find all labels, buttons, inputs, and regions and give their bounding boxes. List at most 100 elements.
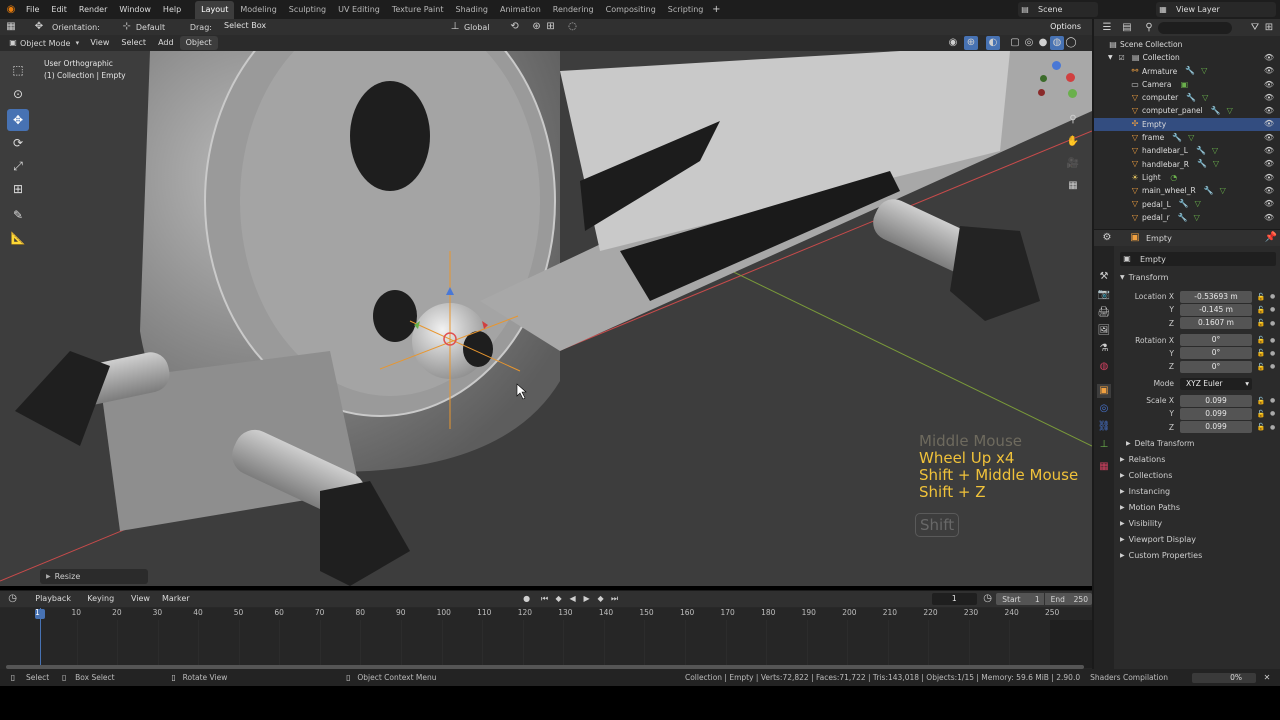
outliner-search-input[interactable] — [1158, 21, 1232, 34]
play-reverse-icon[interactable]: ◀ — [566, 592, 580, 606]
transform-orientation-value[interactable]: Global — [464, 23, 490, 32]
properties-editor-icon[interactable]: ⚙ — [1100, 231, 1114, 245]
menu-help[interactable]: Help — [157, 1, 187, 19]
outliner-item[interactable]: ✣ Empty 👁 — [1094, 117, 1280, 132]
texture-tab-icon[interactable]: ▦ — [1097, 460, 1111, 474]
keyframe-dot-icon[interactable]: ● — [1270, 350, 1275, 357]
mesh-data-icon[interactable]: ▽ — [1216, 184, 1230, 198]
tab-modeling[interactable]: Modeling — [234, 1, 282, 19]
keyframe-dot-icon[interactable]: ● — [1270, 293, 1275, 300]
mesh-data-icon[interactable]: ▽ — [1197, 64, 1211, 78]
menu-timeline-view[interactable]: View — [125, 590, 156, 608]
outliner-item[interactable]: ▽ computer 🔧 ▽ 👁 — [1094, 91, 1280, 104]
lock-icon[interactable]: 🔓 — [1254, 303, 1268, 317]
outliner-item[interactable]: ⚯ Armature 🔧 ▽ 👁 — [1094, 65, 1280, 78]
scale-field[interactable]: 0.099 — [1180, 407, 1252, 420]
add-workspace-icon[interactable]: + — [709, 3, 723, 17]
scale-field[interactable]: 0.099 — [1180, 421, 1252, 434]
transform-panel-header[interactable]: ▼ Transform — [1116, 270, 1280, 286]
measure-tool-icon[interactable]: 📐 — [7, 227, 29, 249]
properties-section-header[interactable]: ▶ Relations — [1116, 452, 1280, 468]
transform-tool-icon[interactable]: ⊞ — [7, 178, 29, 200]
eye-icon[interactable]: 👁 — [1262, 144, 1276, 158]
scale-field[interactable]: 0.099 — [1180, 394, 1252, 407]
visibility-icon[interactable]: ◉ — [946, 36, 960, 50]
scale-tool-icon[interactable]: ⤢ — [7, 155, 29, 177]
delta-transform-header[interactable]: ▶ Delta Transform — [1126, 436, 1280, 452]
eye-icon[interactable]: 👁 — [1262, 51, 1276, 65]
eye-icon[interactable]: 👁 — [1262, 211, 1276, 225]
stopwatch-icon[interactable]: ◷ — [981, 592, 994, 606]
menu-select[interactable]: Select — [115, 34, 152, 52]
new-collection-icon[interactable]: ⊞ — [1262, 21, 1276, 35]
select-tool-icon[interactable]: ⬚ — [7, 59, 29, 81]
tab-layout[interactable]: Layout — [195, 0, 235, 19]
properties-section-header[interactable]: ▶ Viewport Display — [1116, 532, 1280, 548]
light-data-icon[interactable]: ◔ — [1167, 171, 1181, 185]
record-icon[interactable]: ● — [520, 592, 534, 606]
tab-compositing[interactable]: Compositing — [600, 1, 662, 19]
keyframe-dot-icon[interactable]: ● — [1270, 363, 1275, 370]
camera-data-icon[interactable]: ▣ — [1177, 78, 1191, 92]
checkbox-icon[interactable]: ☑ — [1115, 51, 1129, 65]
eye-icon[interactable]: 👁 — [1262, 184, 1276, 198]
properties-section-header[interactable]: ▶ Collections — [1116, 468, 1280, 484]
perspective-grid-icon[interactable]: ▦ — [1066, 179, 1080, 193]
rotation-field[interactable]: 0° — [1180, 360, 1252, 373]
outliner-item[interactable]: ▽ frame 🔧 ▽ 👁 — [1094, 131, 1280, 144]
eye-icon[interactable]: 👁 — [1262, 157, 1276, 171]
wireframe-shading-icon[interactable]: ◎ — [1022, 36, 1036, 50]
tab-uv-editing[interactable]: UV Editing — [332, 1, 386, 19]
options-button[interactable]: Options — [1045, 20, 1086, 34]
outliner-item[interactable]: ▽ pedal_r 🔧 ▽ 👁 — [1094, 211, 1280, 224]
timeline-editor-icon[interactable]: ◷ — [6, 592, 19, 606]
eye-icon[interactable]: 👁 — [1262, 64, 1276, 78]
tool-tab-icon[interactable]: ⚒ — [1097, 270, 1111, 284]
lock-icon[interactable]: 🔓 — [1254, 290, 1268, 304]
output-tab-icon[interactable]: 🖨 — [1097, 306, 1111, 320]
keyframe-dot-icon[interactable]: ● — [1270, 306, 1275, 313]
constraints-tab-icon[interactable]: ⛓ — [1097, 420, 1111, 434]
outliner-item[interactable]: ▽ handlebar_R 🔧 ▽ 👁 — [1094, 158, 1280, 171]
tab-sculpting[interactable]: Sculpting — [283, 1, 332, 19]
modifier-icon[interactable]: 🔧 — [1195, 157, 1209, 171]
outliner-item[interactable]: ▭ Camera ▣ 👁 — [1094, 78, 1280, 91]
keyframe-dot-icon[interactable]: ● — [1270, 424, 1275, 431]
tab-rendering[interactable]: Rendering — [547, 1, 600, 19]
mesh-data-icon[interactable]: ▽ — [1190, 211, 1204, 225]
lock-icon[interactable]: 🔓 — [1254, 420, 1268, 434]
camera-view-icon[interactable]: 🎥 — [1066, 157, 1080, 171]
modifier-icon[interactable]: 🔧 — [1183, 64, 1197, 78]
pivot-icon[interactable]: ⟲ — [508, 20, 522, 34]
scene-selector[interactable]: ▤ Scene — [1018, 2, 1098, 17]
solid-shading-icon[interactable]: ● — [1036, 36, 1050, 50]
rendered-shading-icon[interactable]: ◯ — [1064, 36, 1078, 50]
xray-icon[interactable]: ▢ — [1008, 36, 1022, 50]
gizmo-neg-x-dot[interactable] — [1038, 89, 1045, 96]
mesh-data-icon[interactable]: ▽ — [1184, 131, 1198, 145]
mode-selector[interactable]: ▣ Object Mode ▾ — [6, 36, 84, 50]
modifier-icon[interactable]: 🔧 — [1184, 91, 1198, 105]
overlay-toggle-icon[interactable]: ◐ — [986, 36, 1000, 50]
tab-texture-paint[interactable]: Texture Paint — [386, 1, 450, 19]
annotate-tool-icon[interactable]: ✎ — [7, 204, 29, 226]
modifier-icon[interactable]: 🔧 — [1202, 184, 1216, 198]
end-field[interactable]: End 250 — [1044, 593, 1092, 605]
menu-object[interactable]: Object — [179, 36, 218, 50]
lock-icon[interactable]: 🔓 — [1254, 346, 1268, 360]
outliner-item[interactable]: ▽ pedal_L 🔧 ▽ 👁 — [1094, 198, 1280, 211]
eye-icon[interactable]: 👁 — [1262, 117, 1276, 131]
eye-icon[interactable]: 👁 — [1262, 104, 1276, 118]
mesh-data-icon[interactable]: ▽ — [1198, 91, 1212, 105]
object-tab-icon[interactable]: ▣ — [1097, 384, 1111, 398]
mesh-data-icon[interactable]: ▽ — [1209, 157, 1223, 171]
world-tab-icon[interactable]: ◍ — [1097, 360, 1111, 374]
keyframe-dot-icon[interactable]: ● — [1270, 320, 1275, 327]
view-layer-tab-icon[interactable]: 🖼 — [1097, 324, 1111, 338]
eye-icon[interactable]: 👁 — [1262, 171, 1276, 185]
start-field[interactable]: Start 1 — [996, 593, 1044, 605]
operator-panel[interactable]: ▶ Resize — [40, 569, 148, 584]
tab-scripting[interactable]: Scripting — [662, 1, 710, 19]
filter-icon[interactable]: ⛛ — [1248, 21, 1262, 35]
tab-animation[interactable]: Animation — [494, 1, 547, 19]
